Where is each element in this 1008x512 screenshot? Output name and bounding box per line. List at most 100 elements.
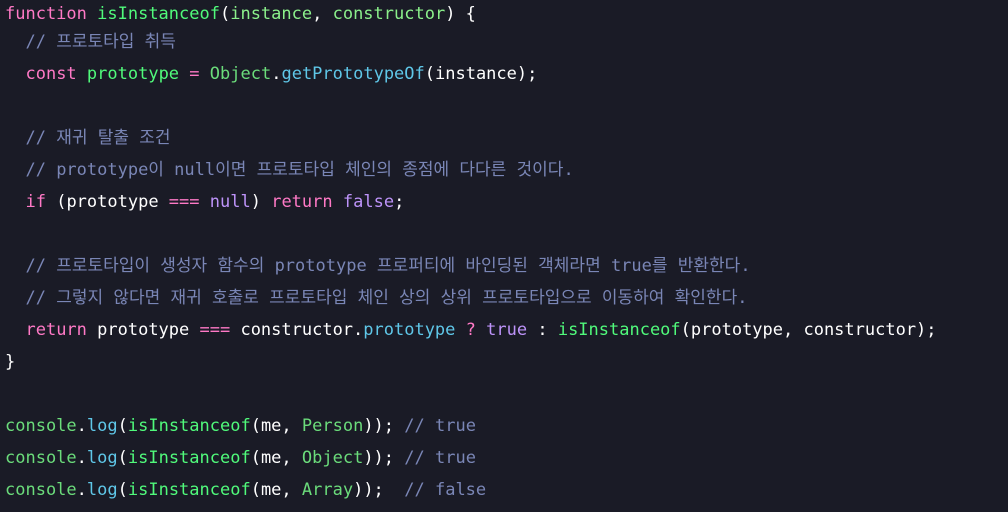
code-token: null [209, 192, 251, 212]
code-token: prototype [86, 320, 200, 340]
code-token: Object [209, 64, 272, 84]
code-token: === [168, 192, 200, 212]
code-line: // 프로토타입이 생성자 함수의 prototype 프로퍼티에 바인딩된 객… [5, 252, 1008, 284]
code-token: isInstanceof [557, 320, 681, 340]
code-token: // 프로토타입 취득 [25, 32, 176, 52]
code-token: prototype [86, 64, 180, 84]
code-token: isInstanceof [127, 448, 251, 468]
code-token: = [189, 64, 200, 84]
code-line: // 그렇지 않다면 재귀 호출로 프로토타입 체인 상의 상위 프로토타입으로… [5, 284, 1008, 316]
code-token: console [5, 416, 77, 436]
code-token: === [199, 320, 231, 340]
code-line: if (prototype === null) return false; [5, 188, 1008, 220]
code-line [5, 92, 1008, 124]
code-token: return [271, 192, 333, 212]
code-token: (me, [250, 448, 302, 468]
code-token: ( [117, 448, 128, 468]
code-token: . [271, 64, 282, 84]
code-token: // 재귀 탈출 조건 [25, 128, 171, 148]
code-token: // 그렇지 않다면 재귀 호출로 프로토타입 체인 상의 상위 프로토타입으로… [25, 288, 748, 308]
code-token: Array [301, 480, 354, 500]
code-line: console.log(isInstanceof(me, Array)); //… [5, 476, 1008, 508]
code-token: isInstanceof [127, 480, 251, 500]
code-token: instance [230, 4, 313, 24]
code-line: console.log(isInstanceof(me, Person)); /… [5, 412, 1008, 444]
code-line: // prototype이 null이면 프로토타입 체인의 종점에 다다른 것… [5, 156, 1008, 188]
code-token: console [5, 448, 77, 468]
code-token: ( [117, 416, 128, 436]
code-token: isInstanceof [97, 4, 220, 24]
code-line: function isInstanceof(instance, construc… [5, 0, 1008, 28]
code-token: log [86, 416, 118, 436]
code-token: (prototype [45, 192, 169, 212]
code-token: if [25, 192, 46, 212]
code-token: Object [301, 448, 364, 468]
code-token: : [527, 320, 558, 340]
code-token: ( [219, 4, 231, 24]
code-token: constructor [332, 4, 446, 24]
code-token: log [86, 448, 118, 468]
code-token: } [5, 352, 16, 372]
code-line: const prototype = Object.getPrototypeOf(… [5, 60, 1008, 92]
code-token: )); [363, 416, 395, 436]
code-token: constructor. [230, 320, 364, 340]
code-token: return [25, 320, 87, 340]
code-line: console.log(isInstanceof(me, Object)); /… [5, 444, 1008, 476]
code-token: . [76, 448, 87, 468]
code-token: )); [363, 448, 395, 468]
code-token: false [342, 192, 395, 212]
code-token: . [76, 416, 87, 436]
code-token: // prototype이 null이면 프로토타입 체인의 종점에 다다른 것… [25, 160, 574, 180]
code-token: // true [404, 448, 476, 468]
code-token: log [86, 480, 118, 500]
code-token: )); [353, 480, 405, 500]
code-token: ? [465, 320, 476, 340]
code-token: . [76, 480, 87, 500]
code-token: // true [404, 416, 476, 436]
code-line: return prototype === constructor.prototy… [5, 316, 1008, 348]
code-line [5, 220, 1008, 252]
code-token: // false [404, 480, 487, 500]
code-token: (me, [250, 416, 302, 436]
code-token: ) { [445, 4, 476, 24]
code-token: getPrototypeOf [281, 64, 425, 84]
code-token: (prototype, constructor); [680, 320, 937, 340]
code-token: ; [394, 192, 405, 212]
code-token: function [5, 4, 87, 24]
code-token: (instance); [424, 64, 538, 84]
code-token: prototype [363, 320, 456, 340]
code-line: // 재귀 탈출 조건 [5, 124, 1008, 156]
code-editor[interactable]: function isInstanceof(instance, construc… [0, 0, 1008, 508]
code-token: ) [250, 192, 272, 212]
code-line [5, 380, 1008, 412]
code-line: // 프로토타입 취득 [5, 28, 1008, 60]
code-token: ( [117, 480, 128, 500]
code-token: console [5, 480, 77, 500]
code-token: // 프로토타입이 생성자 함수의 prototype 프로퍼티에 바인딩된 객… [25, 256, 751, 276]
code-token: Person [301, 416, 364, 436]
code-token: const [25, 64, 77, 84]
code-token: , [312, 4, 333, 24]
code-line: } [5, 348, 1008, 380]
code-token: (me, [250, 480, 302, 500]
